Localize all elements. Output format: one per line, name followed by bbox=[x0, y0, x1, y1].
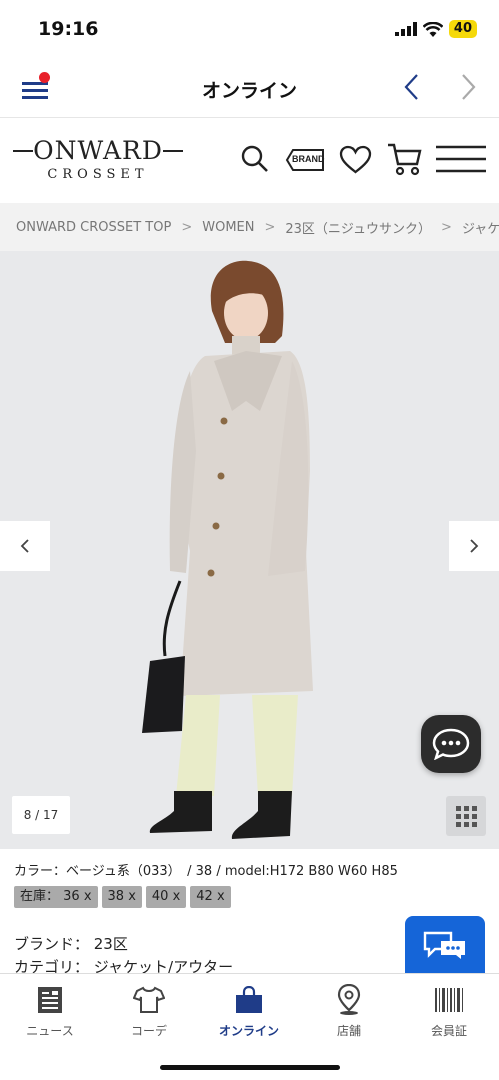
chat-bubbles-icon bbox=[423, 931, 465, 959]
tshirt-icon bbox=[133, 986, 165, 1013]
site-menu-button[interactable] bbox=[436, 144, 486, 178]
tab-online-label: オンライン bbox=[218, 1024, 279, 1038]
product-color-size-model: カラー：ベージュ系（033） / 38 / model:H172 B80 W60… bbox=[14, 864, 398, 879]
breadcrumb-category[interactable]: ジャケ bbox=[462, 218, 499, 237]
app-header: オンライン bbox=[0, 58, 499, 118]
chevron-right-icon bbox=[470, 539, 479, 553]
signal-icon bbox=[394, 22, 417, 36]
stock-chip-38[interactable]: 38 x bbox=[101, 886, 142, 908]
heart-icon bbox=[339, 145, 372, 174]
breadcrumb-separator-icon: > bbox=[441, 219, 452, 235]
tab-coordinate[interactable]: コーデ bbox=[99, 984, 199, 1039]
logo-main-text: ONWARD bbox=[33, 136, 163, 165]
stock-row: 在庫： 36 x 38 x 40 x 42 x bbox=[14, 886, 231, 908]
breadcrumb-women[interactable]: WOMEN bbox=[202, 220, 254, 235]
breadcrumb: ONWARD CROSSET TOP > WOMEN > 23区（ニジュウサンク… bbox=[0, 203, 499, 251]
stock-chip-40[interactable]: 40 x bbox=[145, 886, 187, 908]
next-image-button[interactable] bbox=[449, 521, 499, 571]
breadcrumb-separator-icon: > bbox=[181, 219, 193, 235]
chat-bubble-icon bbox=[432, 728, 470, 760]
chevron-right-icon bbox=[462, 74, 476, 100]
product-brand: ブランド： 23区 bbox=[14, 935, 128, 953]
cart-icon bbox=[388, 143, 422, 176]
stock-chip-36[interactable]: 在庫： 36 x bbox=[14, 886, 98, 908]
search-icon bbox=[241, 145, 268, 172]
stock-chip-42[interactable]: 42 x bbox=[190, 886, 231, 908]
battery-indicator: 40 bbox=[448, 20, 477, 38]
status-bar: 19:16 40 bbox=[0, 0, 499, 58]
brand-tag-label: BRAND bbox=[292, 154, 325, 164]
favorites-button[interactable] bbox=[339, 145, 372, 179]
home-indicator[interactable] bbox=[160, 1065, 340, 1070]
tab-coordinate-label: コーデ bbox=[130, 1024, 167, 1038]
tab-news[interactable]: ニュース bbox=[0, 984, 100, 1039]
cart-button[interactable] bbox=[387, 142, 423, 180]
product-image-gallery[interactable]: 8 / 17 bbox=[0, 251, 499, 849]
previous-image-button[interactable] bbox=[0, 521, 50, 571]
tab-online[interactable]: オンライン bbox=[199, 984, 299, 1039]
chevron-left-icon bbox=[20, 539, 29, 553]
wifi-icon bbox=[422, 21, 443, 37]
status-time: 19:16 bbox=[38, 18, 99, 40]
stock-size-36: 36 x bbox=[63, 889, 92, 904]
contact-button[interactable] bbox=[405, 916, 485, 974]
bottom-tab-bar: ニュース コーデ オンライン 店舗 会員証 bbox=[0, 973, 499, 1080]
barcode-icon bbox=[435, 988, 463, 1012]
brand-button[interactable]: BRAND bbox=[285, 148, 325, 176]
tab-membership-label: 会員証 bbox=[430, 1024, 467, 1038]
tab-news-label: ニュース bbox=[26, 1024, 74, 1038]
chevron-left-icon bbox=[404, 74, 418, 100]
breadcrumb-brand[interactable]: 23区（ニジュウサンク） bbox=[285, 218, 431, 237]
map-pin-icon bbox=[337, 984, 361, 1015]
tab-stores[interactable]: 店舗 bbox=[299, 984, 399, 1039]
breadcrumb-top[interactable]: ONWARD CROSSET TOP bbox=[16, 220, 171, 235]
onward-crosset-logo[interactable]: ONWARD CROSSET bbox=[13, 136, 183, 182]
chat-button[interactable] bbox=[421, 715, 481, 773]
tab-stores-label: 店舗 bbox=[336, 1024, 361, 1038]
shopping-bag-icon bbox=[236, 986, 262, 1013]
forward-button[interactable] bbox=[454, 72, 484, 102]
stock-label: 在庫： bbox=[20, 889, 60, 904]
search-button[interactable] bbox=[240, 144, 270, 178]
status-icons: 40 bbox=[394, 20, 477, 38]
breadcrumb-separator-icon: > bbox=[264, 219, 276, 235]
back-button[interactable] bbox=[398, 72, 428, 102]
image-grid-button[interactable] bbox=[446, 796, 486, 836]
news-icon bbox=[38, 987, 62, 1013]
logo-sub-text: CROSSET bbox=[47, 167, 149, 182]
hamburger-icon bbox=[436, 145, 486, 173]
image-counter: 8 / 17 bbox=[12, 796, 70, 834]
site-header: ONWARD CROSSET BRAND bbox=[0, 118, 499, 202]
tab-membership[interactable]: 会員証 bbox=[399, 984, 499, 1039]
